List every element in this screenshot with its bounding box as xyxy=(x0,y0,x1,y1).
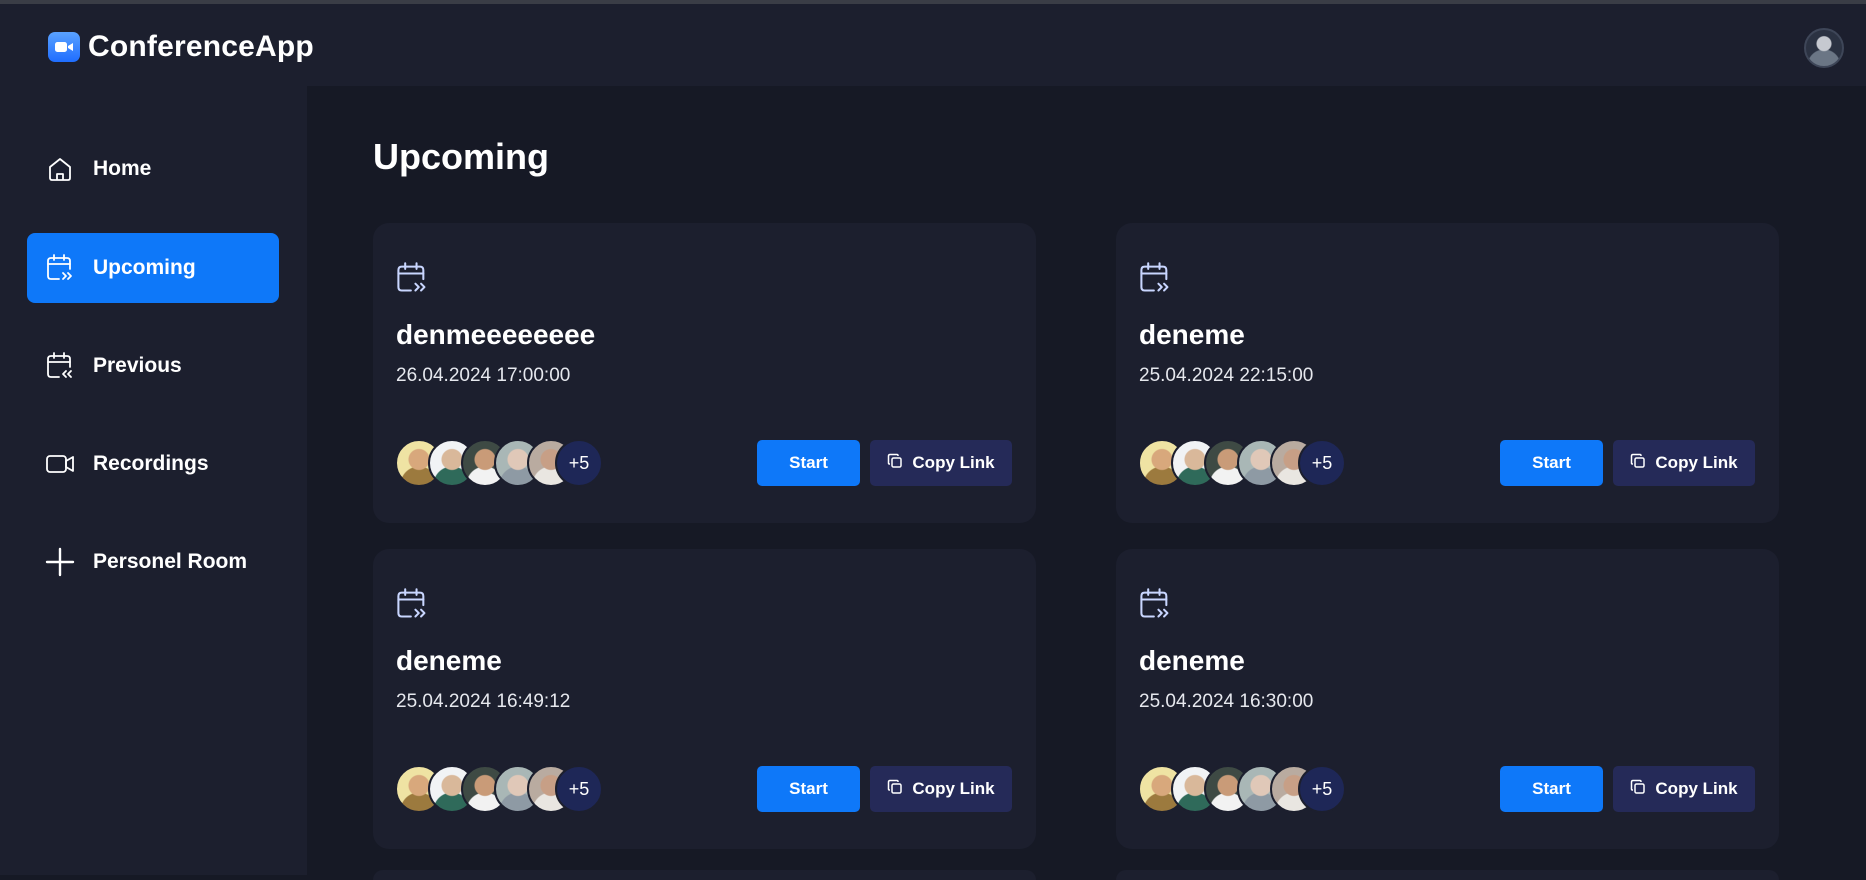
meeting-card-partial xyxy=(373,870,1036,880)
meeting-card: deneme 25.04.2024 16:49:12 +5 Start Copy… xyxy=(373,549,1036,849)
user-avatar-icon[interactable] xyxy=(1804,28,1844,68)
meeting-title: deneme xyxy=(1139,645,1245,676)
meeting-title: denmeeeeeeee xyxy=(396,319,596,350)
meeting-card: deneme 25.04.2024 22:15:00 +5 Start Copy… xyxy=(1116,223,1779,523)
calendar-previous-icon xyxy=(45,351,75,381)
sidebar-item-upcoming[interactable]: Upcoming xyxy=(27,233,279,303)
start-button[interactable]: Start xyxy=(757,440,860,486)
meeting-title: deneme xyxy=(1139,319,1245,350)
sidebar-item-label: Recordings xyxy=(93,452,209,475)
copy-icon xyxy=(887,453,903,474)
more-attendees-badge: +5 xyxy=(1298,439,1346,487)
attendee-avatars: +5 xyxy=(395,439,615,487)
copy-link-button[interactable]: Copy Link xyxy=(1613,766,1755,812)
app-name: ConferenceApp xyxy=(88,30,314,63)
meeting-card-partial xyxy=(1116,870,1779,880)
sidebar-item-label: Personel Room xyxy=(93,550,248,573)
attendee-avatars: +5 xyxy=(1138,439,1358,487)
meeting-card: deneme 25.04.2024 16:30:00 +5 Start Copy… xyxy=(1116,549,1779,849)
copy-icon xyxy=(1630,453,1646,474)
sidebar-item-label: Home xyxy=(93,157,152,180)
start-button[interactable]: Start xyxy=(757,766,860,812)
copy-link-label: Copy Link xyxy=(912,779,995,798)
app-logo[interactable]: ConferenceApp xyxy=(48,30,314,64)
copy-icon xyxy=(887,779,903,800)
calendar-upcoming-icon xyxy=(395,261,429,295)
sidebar-item-home[interactable]: Home xyxy=(27,134,279,204)
start-button[interactable]: Start xyxy=(1500,440,1603,486)
video-icon xyxy=(45,449,75,479)
copy-link-button[interactable]: Copy Link xyxy=(1613,440,1755,486)
meeting-date: 25.04.2024 16:49:12 xyxy=(396,691,571,712)
meeting-date: 25.04.2024 16:30:00 xyxy=(1139,691,1314,712)
calendar-upcoming-icon xyxy=(1138,261,1172,295)
page-title: Upcoming xyxy=(373,136,549,177)
meeting-date: 25.04.2024 22:15:00 xyxy=(1139,365,1314,386)
copy-link-label: Copy Link xyxy=(1655,779,1738,798)
calendar-upcoming-icon xyxy=(1138,587,1172,621)
more-attendees-badge: +5 xyxy=(1298,765,1346,813)
copy-icon xyxy=(1630,779,1646,800)
attendee-avatars: +5 xyxy=(1138,765,1358,813)
sidebar-item-previous[interactable]: Previous xyxy=(27,331,279,401)
calendar-upcoming-icon xyxy=(45,253,75,283)
start-button[interactable]: Start xyxy=(1500,766,1603,812)
video-camera-logo-icon xyxy=(48,32,80,62)
copy-link-button[interactable]: Copy Link xyxy=(870,440,1012,486)
home-icon xyxy=(45,154,75,184)
top-bar: ConferenceApp xyxy=(0,4,1866,86)
more-attendees-badge: +5 xyxy=(555,765,603,813)
plus-icon xyxy=(45,547,75,577)
main-content: Upcoming denmeeeeeeee 26.04.2024 17:00:0… xyxy=(307,86,1866,880)
sidebar-item-label: Previous xyxy=(93,354,182,377)
meeting-card: denmeeeeeeee 26.04.2024 17:00:00 +5 Star… xyxy=(373,223,1036,523)
copy-link-button[interactable]: Copy Link xyxy=(870,766,1012,812)
meeting-date: 26.04.2024 17:00:00 xyxy=(396,365,571,386)
copy-link-label: Copy Link xyxy=(1655,453,1738,472)
meeting-title: deneme xyxy=(396,645,502,676)
copy-link-label: Copy Link xyxy=(912,453,995,472)
calendar-upcoming-icon xyxy=(395,587,429,621)
sidebar-item-label: Upcoming xyxy=(93,256,196,279)
sidebar-item-recordings[interactable]: Recordings xyxy=(27,429,279,499)
attendee-avatars: +5 xyxy=(395,765,615,813)
sidebar-item-personel-room[interactable]: Personel Room xyxy=(27,527,279,597)
more-attendees-badge: +5 xyxy=(555,439,603,487)
sidebar: Home Upcoming Previous Recordings Person… xyxy=(0,86,307,875)
